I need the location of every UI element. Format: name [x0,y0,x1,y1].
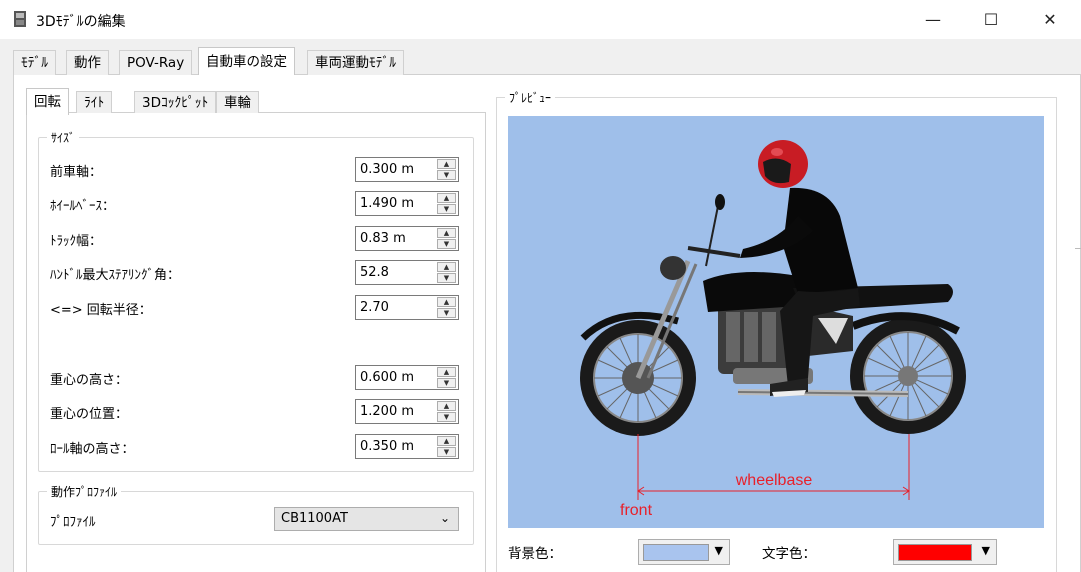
spin-up-icon[interactable]: ▲ [437,436,456,446]
tab-vehicle-dynamics[interactable]: 車両運動ﾓﾃﾞﾙ [307,50,404,75]
front-axle-value: 0.300 m [360,162,415,177]
wheelbase-annotation [637,434,910,500]
tab-rotation[interactable]: 回転 [26,88,69,115]
spin-up-icon[interactable]: ▲ [437,228,456,238]
spin-up-icon[interactable]: ▲ [437,193,456,203]
wheelbase-label: ﾎｲｰﾙﾍﾞｰｽ： [50,199,116,214]
max-steering-angle-value: 52.8 [360,265,389,280]
spin-up-icon[interactable]: ▲ [437,401,456,411]
spin-down-icon[interactable]: ▼ [437,239,456,249]
size-group-title: ｻｲｽﾞ [47,129,80,146]
edge-divider [1075,248,1081,249]
cog-position-value: 1.200 m [360,404,415,419]
turning-radius-label: <=> 回転半径： [50,303,152,318]
profile-selected-value: CB1100AT [281,511,348,526]
background-color-swatch [643,544,709,561]
preview-title: ﾌﾟﾚﾋﾞｭｰ [505,89,556,106]
wheelbase-value: 1.490 m [360,196,415,211]
profile-select[interactable]: CB1100AT ⌄ [274,507,459,531]
text-color-swatch [898,544,972,561]
roll-axis-height-value: 0.350 m [360,439,415,454]
spin-down-icon[interactable]: ▼ [437,273,456,283]
track-width-label: ﾄﾗｯｸ幅： [50,234,103,249]
dropdown-arrow-icon: ▼ [981,544,990,557]
spin-down-icon[interactable]: ▼ [437,447,456,457]
roll-axis-height-label: ﾛｰﾙ軸の高さ： [50,442,135,457]
front-axle-label: 前車軸： [50,165,103,180]
minimize-button[interactable]: — [910,0,956,38]
rear-wheel [850,318,966,434]
max-steering-angle-label: ﾊﾝﾄﾞﾙ最大ｽﾃｱﾘﾝｸﾞ角： [50,268,181,283]
track-width-value: 0.83 m [360,231,406,246]
wheelbase-spinner[interactable]: 1.490 m ▲ ▼ [355,191,459,216]
wheelbase-text: wheelbase [735,472,813,489]
spin-up-icon[interactable]: ▲ [437,262,456,272]
helmet [758,140,808,188]
profile-label: ﾌﾟﾛﾌｧｲﾙ [50,515,96,530]
roll-axis-height-spinner[interactable]: 0.350 m ▲ ▼ [355,434,459,459]
text-color-label: 文字色： [762,546,816,562]
chevron-down-icon: ⌄ [439,511,450,525]
spin-up-icon[interactable]: ▲ [437,159,456,169]
spin-down-icon[interactable]: ▼ [437,308,456,318]
text-color-picker[interactable]: ▼ [893,539,997,565]
background-color-picker[interactable]: ▼ [638,539,730,565]
spin-down-icon[interactable]: ▼ [437,378,456,388]
app-icon [14,11,26,27]
cog-position-spinner[interactable]: 1.200 m ▲ ▼ [355,399,459,424]
front-text: front [620,502,653,519]
spin-down-icon[interactable]: ▼ [437,204,456,214]
close-button[interactable]: ✕ [1027,0,1073,38]
window-title: 3Dﾓﾃﾞﾙの編集 [36,14,126,30]
spin-down-icon[interactable]: ▼ [437,412,456,422]
track-width-spinner[interactable]: 0.83 m ▲ ▼ [355,226,459,251]
motion-profile-title: 動作ﾌﾟﾛﾌｧｲﾙ [47,483,122,500]
max-steering-angle-spinner[interactable]: 52.8 ▲ ▼ [355,260,459,285]
turning-radius-value: 2.70 [360,300,389,315]
preview-canvas: wheelbase front [508,116,1044,528]
cog-height-value: 0.600 m [360,370,415,385]
turning-radius-spinner[interactable]: 2.70 ▲ ▼ [355,295,459,320]
spin-up-icon[interactable]: ▲ [437,297,456,307]
tab-light[interactable]: ﾗｲﾄ [76,91,113,113]
front-axle-spinner[interactable]: 0.300 m ▲ ▼ [355,157,459,182]
tab-povray[interactable]: POV-Ray [119,50,193,75]
tab-model[interactable]: ﾓﾃﾞﾙ [13,50,56,75]
title-bar: 3Dﾓﾃﾞﾙの編集 — ☐ ✕ [0,0,1081,40]
spin-up-icon[interactable]: ▲ [437,367,456,377]
tab-wheels[interactable]: 車輪 [216,91,259,113]
cog-height-spinner[interactable]: 0.600 m ▲ ▼ [355,365,459,390]
motorcycle-render: wheelbase front [580,140,966,519]
background-color-label: 背景色： [508,546,562,562]
cog-position-label: 重心の位置： [50,407,129,422]
maximize-button[interactable]: ☐ [968,0,1014,38]
tab-3d-cockpit[interactable]: 3Dｺｯｸﾋﾟｯﾄ [134,91,217,113]
tab-car-settings[interactable]: 自動車の設定 [198,47,295,75]
cog-height-label: 重心の高さ： [50,373,129,388]
spin-down-icon[interactable]: ▼ [437,170,456,180]
dropdown-arrow-icon: ▼ [714,544,723,557]
tab-motion[interactable]: 動作 [66,50,109,75]
